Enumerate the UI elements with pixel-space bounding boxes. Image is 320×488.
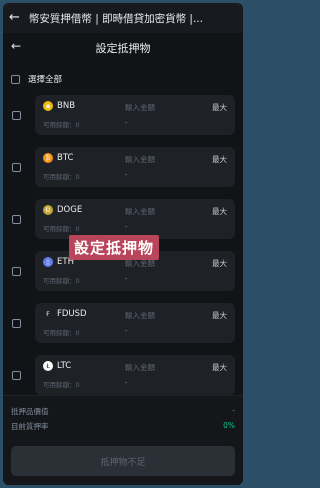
amount-input[interactable]: 輸入金額 [125,362,155,373]
select-all-label: 選擇全部 [28,75,63,85]
fdusd-icon: F [43,309,53,319]
summary-footer: 抵押品價值 - 目前質押率 0% 抵押物不足 [3,395,243,485]
asset-card: Ł LTC 可用餘額：0 輸入金額 最大 - [35,355,235,395]
asset-coin: Ð DOGE [43,205,82,215]
doge-icon: Ð [43,205,53,215]
browser-topbar: ← 幣安質押借幣 | 即時借貸加密貨幣 |... [3,3,243,33]
asset-coin: ₿ BTC [43,153,73,163]
max-button[interactable]: 最大 [212,258,227,269]
current-ltv-label: 目前質押率 [11,422,49,431]
asset-row-ltc: Ł LTC 可用餘額：0 輸入金額 最大 - [3,355,243,395]
available-balance: 可用餘額：0 [43,225,80,233]
max-button[interactable]: 最大 [212,102,227,113]
asset-coin: ◆ BNB [43,101,75,111]
ltc-icon: Ł [43,361,53,371]
collateral-value: - [232,406,235,415]
amount-input[interactable]: 輸入金額 [125,102,155,113]
select-all-checkbox[interactable] [11,74,20,84]
select-all[interactable]: 選擇全部 [11,73,62,85]
asset-checkbox[interactable] [12,371,21,380]
asset-checkbox[interactable] [12,111,21,120]
sheet-header: ← 設定抵押物 [3,35,243,61]
max-button[interactable]: 最大 [212,206,227,217]
sheet-back-icon[interactable]: ← [11,39,21,53]
asset-row-fdusd: F FDUSD 可用餘額：0 輸入金額 最大 - [3,303,243,343]
asset-coin: Ł LTC [43,361,71,371]
asset-card: F FDUSD 可用餘額：0 輸入金額 最大 - [35,303,235,343]
collateral-value-label: 抵押品價值 [11,407,49,416]
available-balance: 可用餘額：0 [43,173,80,181]
asset-symbol: LTC [57,361,72,371]
max-button[interactable]: 最大 [212,362,227,373]
asset-coin: F FDUSD [43,309,87,319]
asset-card: ₿ BTC 可用餘額：0 輸入金額 最大 - [35,147,235,187]
asset-checkbox[interactable] [12,267,21,276]
asset-row-bnb: ◆ BNB 可用餘額：0 輸入金額 最大 - [3,95,243,135]
amount-dash: - [125,275,128,283]
asset-symbol: BTC [57,153,74,163]
amount-input[interactable]: 輸入金額 [125,206,155,217]
current-ltv-value: 0% [223,421,235,430]
asset-checkbox[interactable] [12,163,21,172]
page-tab-title: 幣安質押借幣 | 即時借貸加密貨幣 |... [28,12,203,25]
eth-icon: ◊ [43,257,53,267]
annotation-label: 設定抵押物 [69,235,160,260]
asset-card: Ð DOGE 可用餘額：0 輸入金額 最大 - [35,199,235,239]
amount-dash: - [125,379,128,387]
amount-input[interactable]: 輸入金額 [125,310,155,321]
amount-input[interactable]: 輸入金額 [125,154,155,165]
asset-row-doge: Ð DOGE 可用餘額：0 輸入金額 最大 - [3,199,243,239]
asset-row-btc: ₿ BTC 可用餘額：0 輸入金額 最大 - [3,147,243,187]
asset-symbol: BNB [57,101,76,111]
amount-dash: - [125,223,128,231]
app-screen: ← 幣安質押借幣 | 即時借貸加密貨幣 |... ← 設定抵押物 選擇全部 ◆ … [3,3,243,485]
asset-symbol: FDUSD [57,309,87,319]
amount-dash: - [125,327,128,335]
sheet-title: 設定抵押物 [95,42,151,55]
asset-checkbox[interactable] [12,319,21,328]
available-balance: 可用餘額：0 [43,329,80,337]
available-balance: 可用餘額：0 [43,277,80,285]
available-balance: 可用餘額：0 [43,381,80,389]
back-arrow-icon[interactable]: ← [9,11,23,25]
available-balance: 可用餘額：0 [43,121,80,129]
max-button[interactable]: 最大 [212,154,227,165]
insufficient-collateral-button[interactable]: 抵押物不足 [11,446,235,476]
amount-dash: - [125,171,128,179]
asset-symbol: DOGE [57,205,83,215]
amount-dash: - [125,119,128,127]
bnb-icon: ◆ [43,101,53,111]
asset-checkbox[interactable] [12,215,21,224]
asset-card: ◆ BNB 可用餘額：0 輸入金額 最大 - [35,95,235,135]
max-button[interactable]: 最大 [212,310,227,321]
btc-icon: ₿ [43,153,53,163]
